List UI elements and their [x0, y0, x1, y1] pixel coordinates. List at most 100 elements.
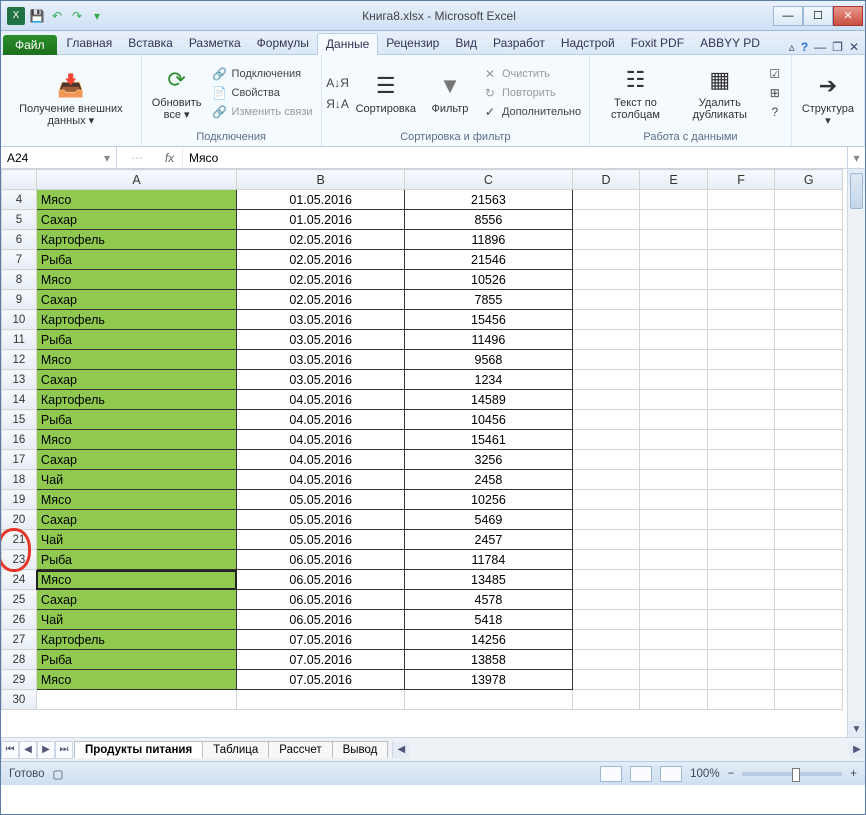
row-header-18[interactable]: 18 — [2, 470, 37, 490]
cell[interactable] — [640, 430, 708, 450]
cell[interactable]: 11896 — [405, 230, 573, 250]
cell[interactable] — [775, 230, 843, 250]
cell[interactable] — [775, 470, 843, 490]
column-header-D[interactable]: D — [572, 170, 640, 190]
cell[interactable] — [707, 630, 775, 650]
cell[interactable] — [707, 330, 775, 350]
cell[interactable]: 10456 — [405, 410, 573, 430]
cell[interactable]: 06.05.2016 — [237, 590, 405, 610]
zoom-in-button[interactable]: + — [850, 768, 857, 780]
cell[interactable] — [640, 350, 708, 370]
redo-icon[interactable]: ↷ — [69, 8, 85, 24]
cell[interactable]: 03.05.2016 — [237, 350, 405, 370]
cell[interactable]: Рыба — [36, 550, 236, 570]
cell[interactable] — [707, 590, 775, 610]
cell[interactable] — [640, 490, 708, 510]
cell[interactable] — [775, 390, 843, 410]
cell[interactable] — [572, 470, 640, 490]
cell[interactable]: 13978 — [405, 670, 573, 690]
cell[interactable] — [775, 630, 843, 650]
cell[interactable]: 02.05.2016 — [237, 270, 405, 290]
sort-asc-button[interactable]: А↓Я — [328, 74, 348, 92]
cell[interactable] — [572, 690, 640, 710]
ribbon-minimize-icon[interactable]: ▵ — [789, 40, 795, 54]
cell[interactable] — [707, 570, 775, 590]
ribbon-tab-разработ[interactable]: Разработ — [485, 33, 553, 54]
cell[interactable] — [640, 690, 708, 710]
cell[interactable] — [775, 570, 843, 590]
cell[interactable]: Мясо — [36, 430, 236, 450]
cell[interactable] — [707, 690, 775, 710]
cell[interactable]: 04.05.2016 — [237, 470, 405, 490]
formula-expand-icon[interactable]: ▾ — [847, 147, 865, 168]
sheet-nav-prev-icon[interactable]: ◀ — [19, 741, 37, 759]
ribbon-tab-abbyy pd[interactable]: ABBYY PD — [692, 33, 768, 54]
sheet-tab[interactable]: Таблица — [202, 741, 269, 758]
minimize-button[interactable]: — — [773, 6, 803, 26]
hscroll-right-icon[interactable]: ▶ — [849, 742, 865, 758]
cell[interactable] — [572, 250, 640, 270]
column-header-E[interactable]: E — [640, 170, 708, 190]
cell[interactable] — [640, 270, 708, 290]
cell[interactable] — [572, 610, 640, 630]
file-tab[interactable]: Файл — [3, 35, 57, 55]
cell[interactable]: Чай — [36, 470, 236, 490]
row-header-7[interactable]: 7 — [2, 250, 37, 270]
cell[interactable] — [707, 190, 775, 210]
cell[interactable]: 03.05.2016 — [237, 310, 405, 330]
cell[interactable]: 07.05.2016 — [237, 630, 405, 650]
cell[interactable]: 07.05.2016 — [237, 670, 405, 690]
cell[interactable] — [707, 290, 775, 310]
cell[interactable]: 14256 — [405, 630, 573, 650]
cell[interactable] — [707, 490, 775, 510]
row-header-10[interactable]: 10 — [2, 310, 37, 330]
cell[interactable] — [775, 410, 843, 430]
fx-icon[interactable]: fx — [157, 147, 183, 168]
row-header-19[interactable]: 19 — [2, 490, 37, 510]
cell[interactable] — [775, 190, 843, 210]
cell[interactable] — [707, 610, 775, 630]
cell[interactable]: Картофель — [36, 230, 236, 250]
properties-button[interactable]: 📄Свойства — [210, 84, 315, 102]
cell[interactable] — [640, 310, 708, 330]
cell[interactable]: 02.05.2016 — [237, 230, 405, 250]
view-pagebreak-button[interactable] — [660, 766, 682, 782]
cell[interactable]: 1234 — [405, 370, 573, 390]
column-header-C[interactable]: C — [405, 170, 573, 190]
cell[interactable] — [36, 690, 236, 710]
ribbon-tab-вставка[interactable]: Вставка — [120, 33, 181, 54]
cell[interactable] — [572, 670, 640, 690]
cell[interactable] — [640, 470, 708, 490]
cell[interactable] — [640, 230, 708, 250]
cell[interactable] — [640, 210, 708, 230]
mdi-restore-icon[interactable]: ❐ — [832, 40, 843, 54]
cell[interactable]: 06.05.2016 — [237, 610, 405, 630]
cell[interactable] — [640, 410, 708, 430]
sheet-nav-first-icon[interactable]: ⏮ — [1, 741, 19, 759]
row-header-24[interactable]: 24 — [2, 570, 37, 590]
cell[interactable] — [775, 490, 843, 510]
cell[interactable]: 7855 — [405, 290, 573, 310]
cell[interactable] — [572, 430, 640, 450]
row-header-23[interactable]: 23 — [2, 550, 37, 570]
cell[interactable] — [572, 210, 640, 230]
sheet-tab[interactable]: Вывод — [332, 741, 389, 758]
formula-input[interactable]: Мясо — [183, 147, 847, 168]
cell[interactable] — [572, 530, 640, 550]
column-header-G[interactable]: G — [775, 170, 843, 190]
cell[interactable] — [775, 210, 843, 230]
view-normal-button[interactable] — [600, 766, 622, 782]
ribbon-tab-разметка[interactable]: Разметка — [181, 33, 249, 54]
advanced-filter-button[interactable]: ✓Дополнительно — [480, 103, 583, 121]
ribbon-tab-данные[interactable]: Данные — [317, 33, 378, 55]
cell[interactable]: 04.05.2016 — [237, 450, 405, 470]
whatif-button[interactable]: ? — [765, 103, 785, 121]
cell[interactable] — [775, 530, 843, 550]
cell[interactable] — [640, 570, 708, 590]
cell[interactable] — [572, 570, 640, 590]
cell[interactable] — [775, 590, 843, 610]
ribbon-tab-надстрой[interactable]: Надстрой — [553, 33, 623, 54]
cell[interactable]: 14589 — [405, 390, 573, 410]
cell[interactable]: Мясо — [36, 570, 236, 590]
row-header-9[interactable]: 9 — [2, 290, 37, 310]
